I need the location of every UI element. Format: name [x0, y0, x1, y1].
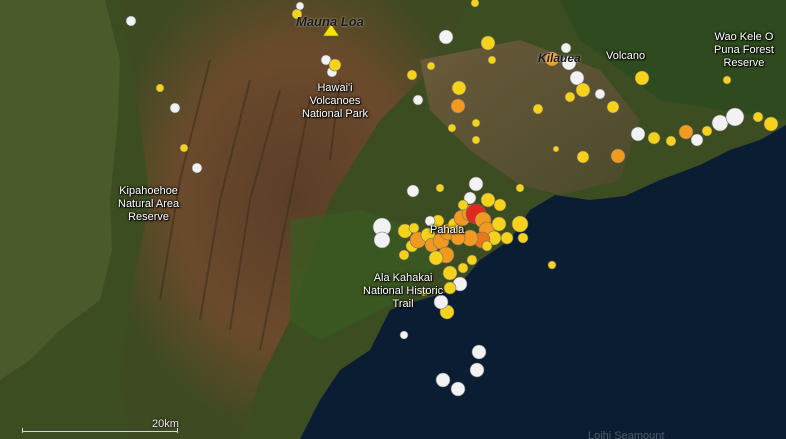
place-label-kipahoehoe: Kipahoehoe Natural Area Reserve — [118, 185, 180, 223]
earthquake-marker[interactable] — [435, 372, 451, 388]
earthquake-marker[interactable] — [169, 102, 181, 114]
earthquake-marker[interactable] — [471, 344, 487, 360]
earthquake-marker[interactable] — [451, 80, 467, 96]
earthquake-marker[interactable] — [438, 29, 454, 45]
earthquake-marker[interactable] — [552, 145, 560, 153]
place-label-mauna-loa: Mauna Loa — [296, 14, 364, 29]
earthquake-marker[interactable] — [155, 83, 165, 93]
earthquake-marker[interactable] — [398, 249, 410, 261]
place-label-ala-kahakai: Ala Kahakai National Historic Trail — [363, 272, 444, 310]
place-label-kilauea: Kilauea — [538, 51, 581, 65]
earthquake-marker[interactable] — [295, 1, 305, 11]
earthquake-marker[interactable] — [532, 103, 544, 115]
place-label-hawaii-volcanoes-np: Hawai'i Volcanoes National Park — [302, 82, 369, 120]
earthquake-marker[interactable] — [406, 184, 420, 198]
earthquake-marker[interactable] — [443, 281, 457, 295]
earthquake-marker[interactable] — [576, 150, 590, 164]
earthquake-marker[interactable] — [328, 58, 342, 72]
earthquake-marker[interactable] — [722, 75, 732, 85]
earthquake-marker[interactable] — [606, 100, 620, 114]
map-view[interactable]: Mauna Loa Kilauea Hawai'i Volcanoes Nati… — [0, 0, 786, 439]
earthquake-marker[interactable] — [125, 15, 137, 27]
earthquake-marker[interactable] — [450, 381, 466, 397]
earthquake-marker[interactable] — [428, 250, 444, 266]
earthquake-marker[interactable] — [191, 162, 203, 174]
earthquake-marker[interactable] — [471, 135, 481, 145]
earthquake-marker[interactable] — [630, 126, 646, 142]
earthquake-marker[interactable] — [493, 198, 507, 212]
earthquake-marker[interactable] — [447, 123, 457, 133]
earthquake-marker[interactable] — [469, 362, 485, 378]
earthquake-marker[interactable] — [634, 70, 650, 86]
earthquake-marker[interactable] — [442, 265, 458, 281]
place-label-loihi-seamount: Loihi Seamount — [588, 430, 665, 439]
earthquake-marker[interactable] — [610, 148, 626, 164]
earthquake-marker[interactable] — [471, 118, 481, 128]
earthquake-marker[interactable] — [468, 176, 484, 192]
earthquake-marker[interactable] — [752, 111, 764, 123]
earthquake-marker[interactable] — [412, 94, 424, 106]
scale-bar-line — [22, 431, 177, 432]
earthquake-marker[interactable] — [450, 98, 466, 114]
earthquake-marker[interactable] — [500, 231, 514, 245]
earthquake-marker[interactable] — [457, 199, 469, 211]
earthquake-marker[interactable] — [564, 91, 576, 103]
scale-bar-label: 20km — [152, 418, 179, 430]
earthquake-marker[interactable] — [491, 216, 507, 232]
earthquake-marker[interactable] — [575, 82, 591, 98]
earthquake-marker[interactable] — [373, 231, 391, 249]
place-label-pahala: Pahala — [430, 224, 465, 236]
earthquake-marker[interactable] — [406, 69, 418, 81]
earthquake-marker[interactable] — [511, 215, 529, 233]
earthquake-marker[interactable] — [399, 330, 409, 340]
earthquake-marker[interactable] — [466, 254, 478, 266]
earthquake-marker[interactable] — [547, 260, 557, 270]
earthquake-marker[interactable] — [701, 125, 713, 137]
earthquake-marker[interactable] — [647, 131, 661, 145]
place-label-wao-kele-o-puna: Wao Kele O Puna Forest Reserve — [714, 31, 774, 69]
earthquake-marker[interactable] — [470, 0, 480, 8]
earthquake-marker[interactable] — [665, 135, 677, 147]
earthquake-marker[interactable] — [480, 192, 496, 208]
earthquake-marker[interactable] — [594, 88, 606, 100]
earthquake-marker[interactable] — [515, 183, 525, 193]
place-label-volcano: Volcano — [606, 50, 646, 62]
earthquake-marker[interactable] — [480, 35, 496, 51]
earthquake-marker[interactable] — [690, 133, 704, 147]
earthquake-marker[interactable] — [678, 124, 694, 140]
scale-bar: 20km — [22, 418, 182, 434]
earthquake-marker[interactable] — [426, 61, 436, 71]
earthquake-marker[interactable] — [435, 183, 445, 193]
scale-bar-tick — [22, 428, 23, 433]
earthquake-marker[interactable] — [487, 55, 497, 65]
earthquake-marker[interactable] — [711, 114, 729, 132]
earthquake-marker[interactable] — [179, 143, 189, 153]
earthquake-marker[interactable] — [763, 116, 779, 132]
earthquake-marker[interactable] — [725, 107, 745, 127]
earthquake-marker[interactable] — [517, 232, 529, 244]
earthquake-marker[interactable] — [481, 240, 493, 252]
earthquake-marker[interactable] — [457, 262, 469, 274]
earthquake-marker[interactable] — [408, 222, 420, 234]
